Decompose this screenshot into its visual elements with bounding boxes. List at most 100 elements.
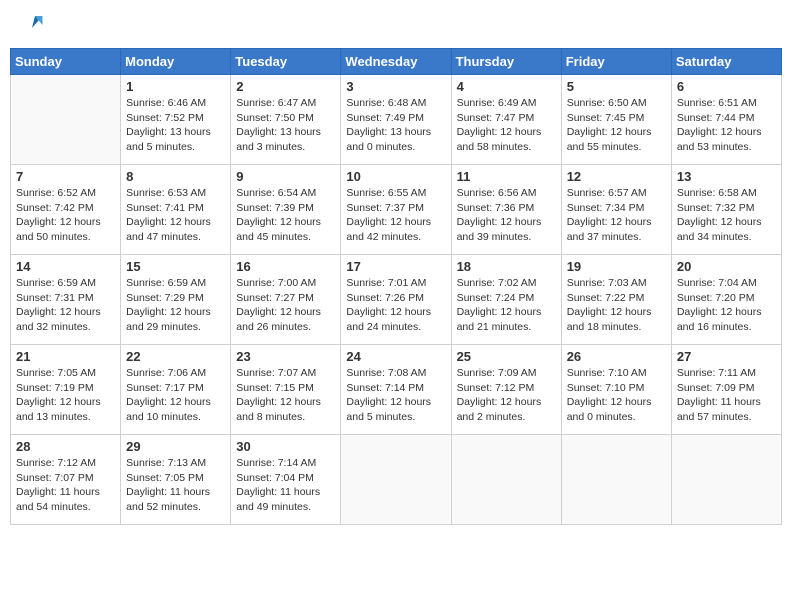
calendar-cell (561, 435, 671, 525)
day-info-line: Daylight: 12 hours (126, 306, 211, 318)
day-number: 26 (567, 349, 666, 364)
day-info-line: and 29 minutes. (126, 321, 201, 333)
day-number: 10 (346, 169, 445, 184)
day-info-line: and 58 minutes. (457, 141, 532, 153)
day-info-line: Sunset: 7:14 PM (346, 382, 424, 394)
day-info-line: Daylight: 12 hours (236, 396, 321, 408)
day-info-line: Daylight: 12 hours (126, 216, 211, 228)
calendar-cell: 24Sunrise: 7:08 AMSunset: 7:14 PMDayligh… (341, 345, 451, 435)
day-info: Sunrise: 7:06 AMSunset: 7:17 PMDaylight:… (126, 366, 225, 425)
page-header (10, 10, 782, 40)
day-info-line: Sunrise: 7:01 AM (346, 277, 426, 289)
day-info: Sunrise: 6:57 AMSunset: 7:34 PMDaylight:… (567, 186, 666, 245)
day-info-line: Daylight: 12 hours (457, 216, 542, 228)
day-number: 15 (126, 259, 225, 274)
day-info-line: Sunrise: 6:54 AM (236, 187, 316, 199)
day-info-line: Daylight: 12 hours (16, 216, 101, 228)
day-info-line: Sunrise: 7:04 AM (677, 277, 757, 289)
day-of-week-header: Saturday (671, 49, 781, 75)
day-info-line: and 16 minutes. (677, 321, 752, 333)
day-info: Sunrise: 7:08 AMSunset: 7:14 PMDaylight:… (346, 366, 445, 425)
day-number: 1 (126, 79, 225, 94)
day-info-line: Sunset: 7:42 PM (16, 202, 94, 214)
day-info-line: Daylight: 12 hours (677, 216, 762, 228)
day-info-line: Sunset: 7:44 PM (677, 112, 755, 124)
calendar-cell: 21Sunrise: 7:05 AMSunset: 7:19 PMDayligh… (11, 345, 121, 435)
day-info-line: and 49 minutes. (236, 501, 311, 513)
day-number: 3 (346, 79, 445, 94)
day-info-line: Sunset: 7:10 PM (567, 382, 645, 394)
calendar-cell: 25Sunrise: 7:09 AMSunset: 7:12 PMDayligh… (451, 345, 561, 435)
day-info-line: and 0 minutes. (567, 411, 636, 423)
calendar-cell: 14Sunrise: 6:59 AMSunset: 7:31 PMDayligh… (11, 255, 121, 345)
day-info: Sunrise: 7:05 AMSunset: 7:19 PMDaylight:… (16, 366, 115, 425)
day-info-line: and 45 minutes. (236, 231, 311, 243)
week-row: 7Sunrise: 6:52 AMSunset: 7:42 PMDaylight… (11, 165, 782, 255)
day-number: 9 (236, 169, 335, 184)
day-info: Sunrise: 6:49 AMSunset: 7:47 PMDaylight:… (457, 96, 556, 155)
day-info-line: and 53 minutes. (677, 141, 752, 153)
day-info-line: Daylight: 12 hours (567, 216, 652, 228)
day-info-line: Daylight: 12 hours (236, 216, 321, 228)
day-info-line: and 50 minutes. (16, 231, 91, 243)
day-info-line: and 3 minutes. (236, 141, 305, 153)
day-number: 17 (346, 259, 445, 274)
day-info-line: Sunrise: 6:46 AM (126, 97, 206, 109)
day-info-line: Sunset: 7:24 PM (457, 292, 535, 304)
day-info-line: Sunrise: 7:13 AM (126, 457, 206, 469)
day-number: 25 (457, 349, 556, 364)
day-info-line: Sunset: 7:26 PM (346, 292, 424, 304)
day-info-line: and 21 minutes. (457, 321, 532, 333)
day-number: 22 (126, 349, 225, 364)
calendar-cell: 19 Sunrise: 7:03 AMSunset: 7:22 PMDayligh… (561, 255, 671, 345)
day-info: Sunrise: 6:53 AMSunset: 7:41 PMDaylight:… (126, 186, 225, 245)
calendar-cell (11, 75, 121, 165)
day-info-line: Sunset: 7:45 PM (567, 112, 645, 124)
day-info: Sunrise: 6:58 AMSunset: 7:32 PMDaylight:… (677, 186, 776, 245)
day-info-line: Sunset: 7:36 PM (457, 202, 535, 214)
day-info-line: Daylight: 12 hours (567, 126, 652, 138)
day-info-line: Sunset: 7:09 PM (677, 382, 755, 394)
day-info: Sunrise: 6:48 AMSunset: 7:49 PMDaylight:… (346, 96, 445, 155)
day-info: Sunrise: 7:12 AMSunset: 7:07 PMDaylight:… (16, 456, 115, 515)
day-number: 28 (16, 439, 115, 454)
day-info-line: and 42 minutes. (346, 231, 421, 243)
day-info-line: and 57 minutes. (677, 411, 752, 423)
day-info-line: Sunrise: 6:56 AM (457, 187, 537, 199)
calendar-header-row: SundayMondayTuesdayWednesdayThursdayFrid… (11, 49, 782, 75)
day-info-line: and 18 minutes. (567, 321, 642, 333)
day-info-line: Sunset: 7:34 PM (567, 202, 645, 214)
day-info-line: Sunrise: 6:47 AM (236, 97, 316, 109)
day-info-line: Daylight: 12 hours (457, 306, 542, 318)
day-info-line: Daylight: 12 hours (567, 396, 652, 408)
day-number: 4 (457, 79, 556, 94)
day-info-line: Daylight: 11 hours (16, 486, 100, 498)
day-info-line: Sunrise: 7:06 AM (126, 367, 206, 379)
calendar-cell: 28 Sunrise: 7:12 AMSunset: 7:07 PMDayligh… (11, 435, 121, 525)
calendar-cell: 8Sunrise: 6:53 AMSunset: 7:41 PMDaylight… (121, 165, 231, 255)
day-info: Sunrise: 7:03 AMSunset: 7:22 PMDaylight:… (567, 276, 666, 335)
day-info-line: Sunrise: 6:49 AM (457, 97, 537, 109)
day-info-line: Sunset: 7:19 PM (16, 382, 94, 394)
day-of-week-header: Friday (561, 49, 671, 75)
calendar-cell: 7Sunrise: 6:52 AMSunset: 7:42 PMDaylight… (11, 165, 121, 255)
day-info: Sunrise: 7:14 AMSunset: 7:04 PMDaylight:… (236, 456, 335, 515)
day-number: 19 (567, 259, 666, 274)
day-info-line: and 24 minutes. (346, 321, 421, 333)
day-info-line: Sunrise: 6:55 AM (346, 187, 426, 199)
day-of-week-header: Monday (121, 49, 231, 75)
day-info-line: Daylight: 12 hours (567, 306, 652, 318)
day-number: 23 (236, 349, 335, 364)
day-info: Sunrise: 7:13 AMSunset: 7:05 PMDaylight:… (126, 456, 225, 515)
day-info-line: Daylight: 12 hours (677, 306, 762, 318)
day-info-line: and 32 minutes. (16, 321, 91, 333)
day-info-line: Sunset: 7:29 PM (126, 292, 204, 304)
calendar-cell: 18Sunrise: 7:02 AMSunset: 7:24 PMDayligh… (451, 255, 561, 345)
calendar-cell: 9Sunrise: 6:54 AMSunset: 7:39 PMDaylight… (231, 165, 341, 255)
day-info-line: and 0 minutes. (346, 141, 415, 153)
calendar-cell: 6Sunrise: 6:51 AMSunset: 7:44 PMDaylight… (671, 75, 781, 165)
day-info-line: Daylight: 12 hours (346, 216, 431, 228)
calendar-cell: 4 Sunrise: 6:49 AMSunset: 7:47 PMDaylight… (451, 75, 561, 165)
day-info-line: Sunrise: 6:59 AM (16, 277, 96, 289)
day-info-line: and 8 minutes. (236, 411, 305, 423)
